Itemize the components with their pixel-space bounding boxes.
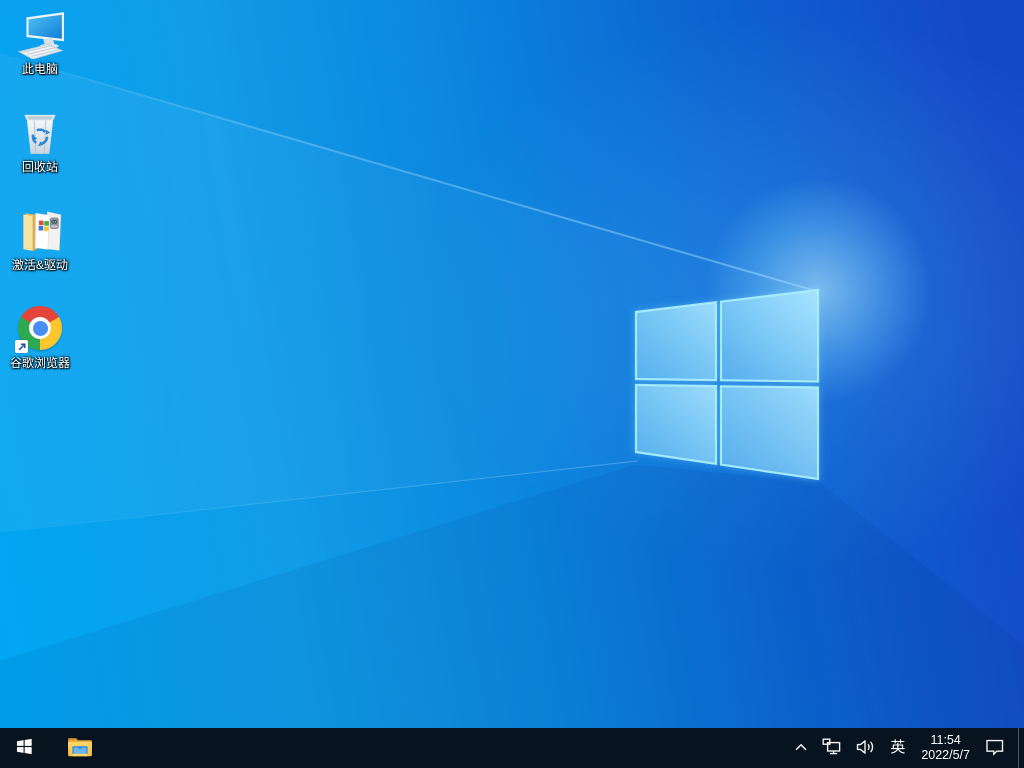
volume-button[interactable]: [849, 728, 882, 768]
icon-label: 激活&驱动: [11, 258, 68, 272]
show-desktop-button[interactable]: [1018, 728, 1024, 768]
desktop: 此电脑 回收站 激活&驱动 谷歌浏览器 英 11:54 2022/5/7: [0, 0, 1024, 768]
desktop-icon-recycle-bin[interactable]: 回收站: [1, 106, 79, 174]
clock-time: 11:54: [930, 733, 961, 747]
icon-label: 此电脑: [21, 62, 58, 76]
network-button[interactable]: [815, 728, 849, 768]
taskbar: 英 11:54 2022/5/7: [0, 728, 1024, 768]
clock-date: 2022/5/7: [921, 748, 970, 762]
system-tray: 英 11:54 2022/5/7: [787, 728, 1024, 768]
shortcut-arrow-icon: [15, 340, 28, 353]
wallpaper: [0, 0, 1024, 768]
icon-label: 谷歌浏览器: [9, 356, 70, 370]
this-pc-icon: [14, 8, 66, 60]
action-center-button[interactable]: [978, 728, 1012, 768]
wallpaper-windows-logo: [634, 288, 820, 481]
hidden-icons-button[interactable]: [787, 728, 815, 768]
desktop-icon-activation-drivers[interactable]: 激活&驱动: [1, 204, 79, 272]
chevron-up-icon: [794, 741, 808, 756]
file-explorer-button[interactable]: [56, 728, 104, 768]
start-button[interactable]: [0, 728, 48, 768]
start-icon: [16, 738, 33, 758]
speaker-icon: [856, 739, 875, 758]
desktop-icon-chrome[interactable]: 谷歌浏览器: [1, 302, 79, 370]
chrome-icon: [14, 302, 66, 354]
notification-icon: [985, 738, 1005, 759]
clock[interactable]: 11:54 2022/5/7: [913, 728, 978, 768]
desktop-icon-this-pc[interactable]: 此电脑: [1, 8, 79, 76]
input-method-indicator[interactable]: 英: [882, 728, 913, 768]
open-folder-icon: [14, 204, 66, 256]
ethernet-icon: [822, 738, 842, 758]
file-explorer-icon: [67, 736, 93, 761]
chrome-center: [32, 320, 48, 336]
icon-label: 回收站: [21, 160, 58, 174]
recycle-bin-icon: [14, 106, 66, 158]
